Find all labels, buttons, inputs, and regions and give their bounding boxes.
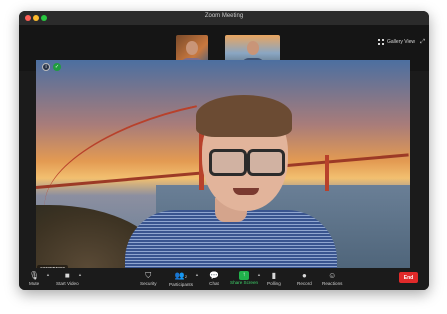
encryption-shield-icon[interactable]: ✓ — [53, 63, 61, 71]
participant-video — [186, 41, 198, 55]
participant-video — [246, 41, 259, 55]
participants-options-caret[interactable]: ▲ — [195, 272, 199, 277]
meeting-toolbar: 🎙 Mute ▲ ■ Start Video ▲ ⛉ Security 👥2 P… — [19, 268, 429, 290]
smiley-icon: ☺ — [328, 271, 337, 280]
chat-button[interactable]: 💬 Chat — [209, 271, 219, 286]
polling-button[interactable]: ▮ Polling — [267, 271, 281, 286]
start-video-button[interactable]: ■ Start Video — [56, 271, 79, 286]
video-options-caret[interactable]: ▲ — [78, 272, 82, 277]
microphone-icon: 🎙 — [29, 271, 40, 280]
security-button[interactable]: ⛉ Security — [140, 271, 157, 286]
share-screen-button[interactable]: ↑ Share Screen — [230, 271, 258, 285]
mute-options-caret[interactable]: ▲ — [46, 272, 50, 277]
share-screen-icon: ↑ — [239, 271, 250, 280]
grid-icon — [378, 39, 384, 45]
shield-icon: ⛉ — [145, 271, 152, 280]
record-button[interactable]: ● Record — [297, 271, 312, 286]
share-options-caret[interactable]: ▲ — [257, 272, 261, 277]
mute-button[interactable]: 🎙 Mute — [29, 271, 39, 286]
chat-bubble-icon: 💬 — [209, 271, 219, 280]
gallery-view-label: Gallery View — [387, 39, 415, 45]
people-icon: 👥2 — [174, 271, 188, 280]
video-camera-icon: ■ — [64, 271, 70, 280]
participants-button[interactable]: 👥2 Participants — [169, 271, 193, 287]
window-title: Zoom Meeting — [204, 13, 244, 19]
gallery-view-button[interactable]: Gallery View — [378, 39, 415, 45]
record-icon: ● — [301, 271, 307, 280]
fullscreen-icon[interactable]: ⤢ — [420, 39, 425, 46]
reactions-button[interactable]: ☺ Reactions — [322, 271, 342, 286]
zoom-window: Zoom Meeting Tom aaronpress Gallery View… — [19, 11, 429, 290]
info-icon[interactable]: i — [42, 63, 50, 71]
end-meeting-button[interactable]: End — [399, 272, 418, 283]
title-bar: Zoom Meeting — [19, 11, 429, 25]
bar-chart-icon: ▮ — [271, 271, 277, 280]
active-speaker-video: i ✓ aaronpress — [36, 60, 410, 275]
